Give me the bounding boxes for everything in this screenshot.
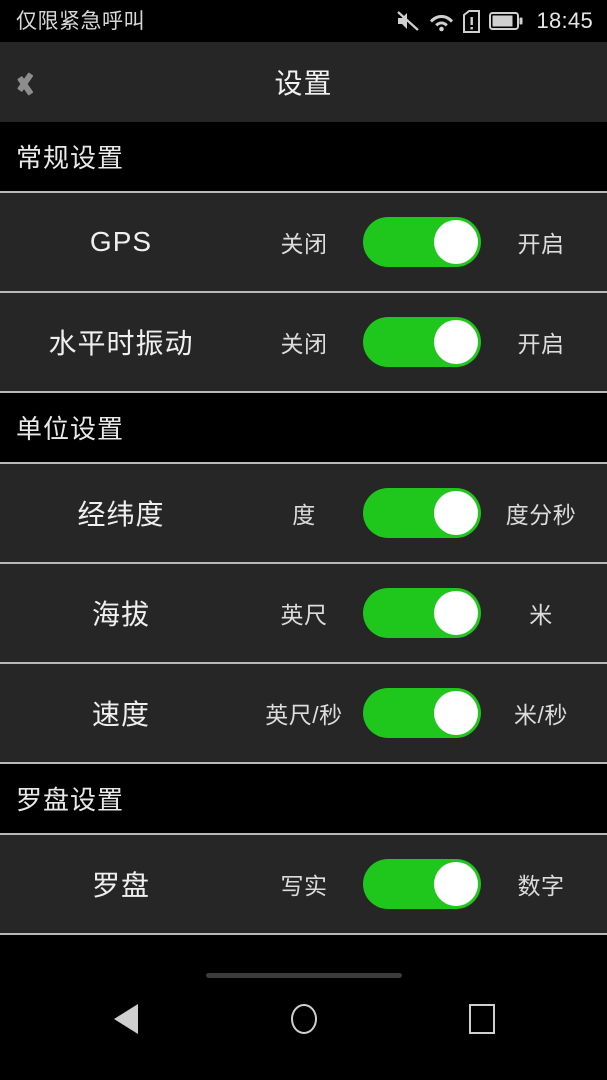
wifi-icon bbox=[429, 11, 454, 32]
option-left-label[interactable]: 度 bbox=[250, 496, 358, 530]
option-right-label[interactable]: 数字 bbox=[486, 867, 596, 901]
option-left-label[interactable]: 英尺/秒 bbox=[250, 696, 358, 730]
setting-label: 水平时振动 bbox=[48, 328, 194, 359]
carrier-label: 仅限紧急呼叫 bbox=[16, 9, 145, 33]
section-header-general: 常规设置 bbox=[0, 122, 607, 193]
toggle-switch-compass[interactable] bbox=[363, 859, 481, 909]
toggle-switch-coordinates[interactable] bbox=[363, 488, 481, 538]
toggle-knob bbox=[434, 862, 478, 906]
toggle-switch-vibrate[interactable] bbox=[363, 317, 481, 367]
toggle-knob bbox=[434, 220, 478, 264]
back-button[interactable] bbox=[0, 42, 78, 122]
option-right-label[interactable]: 开启 bbox=[486, 325, 596, 359]
navigation-bar bbox=[0, 960, 607, 1080]
nav-buttons bbox=[0, 994, 607, 1044]
setting-row-altitude[interactable]: 海拔 英尺 米 bbox=[0, 564, 607, 664]
mute-icon bbox=[396, 10, 420, 32]
settings-list: 常规设置 GPS 关闭 开启 水平时振动 关闭 开启 单位设置 经纬度 度 度分… bbox=[0, 122, 607, 960]
setting-label: GPS bbox=[89, 226, 153, 257]
setting-label: 海拔 bbox=[91, 599, 150, 630]
option-right-label[interactable]: 度分秒 bbox=[486, 496, 596, 530]
option-left-label[interactable]: 关闭 bbox=[250, 225, 358, 259]
nav-recents-button[interactable] bbox=[452, 994, 512, 1044]
setting-label: 速度 bbox=[91, 699, 150, 730]
nav-back-button[interactable] bbox=[96, 994, 156, 1044]
toggle-switch-speed[interactable] bbox=[363, 688, 481, 738]
toggle-knob bbox=[434, 691, 478, 735]
toggle-switch-gps[interactable] bbox=[363, 217, 481, 267]
option-left-label[interactable]: 英尺 bbox=[250, 596, 358, 630]
square-recents-icon bbox=[468, 1004, 495, 1034]
toggle-knob bbox=[434, 491, 478, 535]
option-right-label[interactable]: 开启 bbox=[486, 225, 596, 259]
option-left-label[interactable]: 写实 bbox=[250, 867, 358, 901]
triangle-back-icon bbox=[113, 1004, 138, 1034]
nav-home-button[interactable] bbox=[274, 994, 334, 1044]
toggle-knob bbox=[434, 320, 478, 364]
setting-label: 罗盘 bbox=[91, 870, 150, 901]
page-title: 设置 bbox=[274, 68, 333, 99]
toggle-switch-altitude[interactable] bbox=[363, 588, 481, 638]
phone-screen: 仅限紧急呼叫 18:45 设置 常规设置 GPS 关闭 开启 水平时振动 关闭 … bbox=[0, 0, 607, 1080]
status-bar: 仅限紧急呼叫 18:45 bbox=[0, 0, 607, 42]
nav-handle[interactable] bbox=[205, 973, 402, 978]
section-header-compass: 罗盘设置 bbox=[0, 764, 607, 835]
clock-label: 18:45 bbox=[536, 8, 593, 33]
battery-icon bbox=[489, 11, 523, 31]
setting-row-compass[interactable]: 罗盘 写实 数字 bbox=[0, 835, 607, 935]
setting-row-coordinates[interactable]: 经纬度 度 度分秒 bbox=[0, 464, 607, 564]
setting-row-gps[interactable]: GPS 关闭 开启 bbox=[0, 193, 607, 293]
option-right-label[interactable]: 米 bbox=[486, 596, 596, 630]
section-header-units: 单位设置 bbox=[0, 393, 607, 464]
sim-card-alert-icon bbox=[463, 9, 481, 33]
circle-home-icon bbox=[290, 1004, 317, 1034]
setting-label: 经纬度 bbox=[77, 499, 165, 530]
setting-row-speed[interactable]: 速度 英尺/秒 米/秒 bbox=[0, 664, 607, 764]
title-bar: 设置 bbox=[0, 42, 607, 122]
status-bar-icons: 18:45 bbox=[396, 8, 593, 33]
option-right-label[interactable]: 米/秒 bbox=[486, 696, 596, 730]
setting-row-vibrate-on-level[interactable]: 水平时振动 关闭 开启 bbox=[0, 293, 607, 393]
toggle-knob bbox=[434, 591, 478, 635]
chevron-left-icon bbox=[28, 63, 50, 101]
option-left-label[interactable]: 关闭 bbox=[250, 325, 358, 359]
